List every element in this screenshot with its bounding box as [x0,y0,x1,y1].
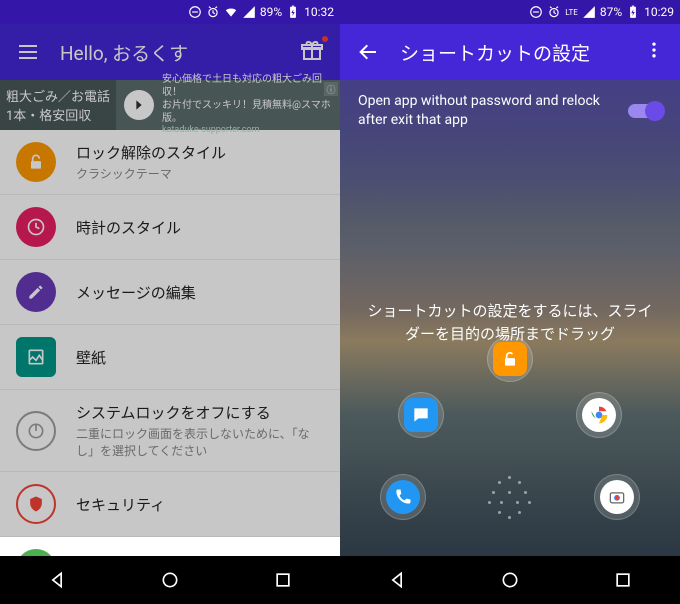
gift-button[interactable] [300,38,324,66]
signal-icon [242,5,256,19]
lock-open-icon [500,349,520,369]
alarm-icon [547,5,561,19]
shortcut-slot-left[interactable] [398,392,444,438]
toggle-switch[interactable] [628,104,662,118]
gift-icon [300,38,324,62]
home-button[interactable] [500,570,520,590]
app-title: ショートカットの設定 [400,39,624,66]
lte-text: LTE [565,8,578,17]
shortcut-slot-top[interactable] [487,336,533,382]
app-bar: Hello, おるくす [0,24,340,80]
home-button[interactable] [160,570,180,590]
app-title: Hello, おるくす [60,39,280,66]
edit-icon [16,272,56,312]
ad-info-icon[interactable]: ⓘ [324,82,338,96]
settings-list[interactable]: ロック解除のスタイルクラシックテーマ 時計のスタイル メッセージの編集 壁紙 シ… [0,130,340,556]
status-bar: 89% 10:32 [0,0,340,24]
dnd-icon [188,5,202,19]
toggle-open-without-password[interactable]: Open app without password and relock aft… [340,80,680,142]
shield-icon [16,484,56,524]
battery-text: 89% [260,5,282,19]
image-icon [16,337,56,377]
row-shortcut[interactable]: ショートカット [0,537,340,556]
row-security[interactable]: セキュリティ [0,472,340,537]
time-text: 10:29 [644,5,674,19]
menu-icon[interactable] [16,40,40,64]
notification-dot [322,36,328,42]
overflow-button[interactable] [644,40,664,64]
back-button[interactable] [47,570,67,590]
back-button[interactable] [387,570,407,590]
ad-banner[interactable]: 粗大ごみ／お電話 1本・格安回収 安心価格で土日も対応の粗大ごみ回収！ お片付で… [0,80,340,130]
time-text: 10:32 [304,5,334,19]
drag-handle[interactable] [480,466,540,526]
shortcut-slot-right[interactable] [576,392,622,438]
screen-shortcut-settings: LTE 87% 10:29 ショートカットの設定 Open app withou… [340,0,680,604]
recents-button[interactable] [273,570,293,590]
ad-arrow-icon [124,90,154,120]
screen-settings-list: 89% 10:32 Hello, おるくす 粗大ごみ／お電話 1本・格安回収 安… [0,0,340,604]
battery-icon [286,5,300,19]
shortcut-slot-bottom-right[interactable] [594,474,640,520]
clock-icon [16,207,56,247]
row-unlock-style[interactable]: ロック解除のスタイルクラシックテーマ [0,130,340,195]
back-icon[interactable] [356,40,380,64]
dnd-icon [529,5,543,19]
phone-icon [393,487,413,507]
row-wallpaper[interactable]: 壁紙 [0,325,340,390]
app-bar: ショートカットの設定 [340,24,680,80]
camera-icon [607,487,627,507]
status-bar: LTE 87% 10:29 [340,0,680,24]
shortcut-ring [380,336,640,536]
shortcut-slot-bottom-left[interactable] [380,474,426,520]
nav-bar [0,556,340,604]
ad-body: 安心価格で土日も対応の粗大ごみ回収！ お片付でスッキリ！見積無料@スマホ版。 k… [162,73,340,137]
alarm-icon [206,5,220,19]
chrome-icon [589,405,609,425]
wifi-icon [224,5,238,19]
battery-icon [626,5,640,19]
row-system-lock-off[interactable]: システムロックをオフにする二重にロック画面を表示しないために、「なし」を選択して… [0,390,340,472]
battery-text: 87% [600,5,622,19]
messages-icon [411,405,431,425]
ad-headline: 粗大ごみ／お電話 1本・格安回収 [0,80,116,130]
recents-button[interactable] [613,570,633,590]
lock-icon [16,142,56,182]
shortcut-icon [16,549,56,556]
nav-bar [340,556,680,604]
power-icon [16,411,56,451]
row-message-edit[interactable]: メッセージの編集 [0,260,340,325]
signal-icon [582,5,596,19]
row-clock-style[interactable]: 時計のスタイル [0,195,340,260]
